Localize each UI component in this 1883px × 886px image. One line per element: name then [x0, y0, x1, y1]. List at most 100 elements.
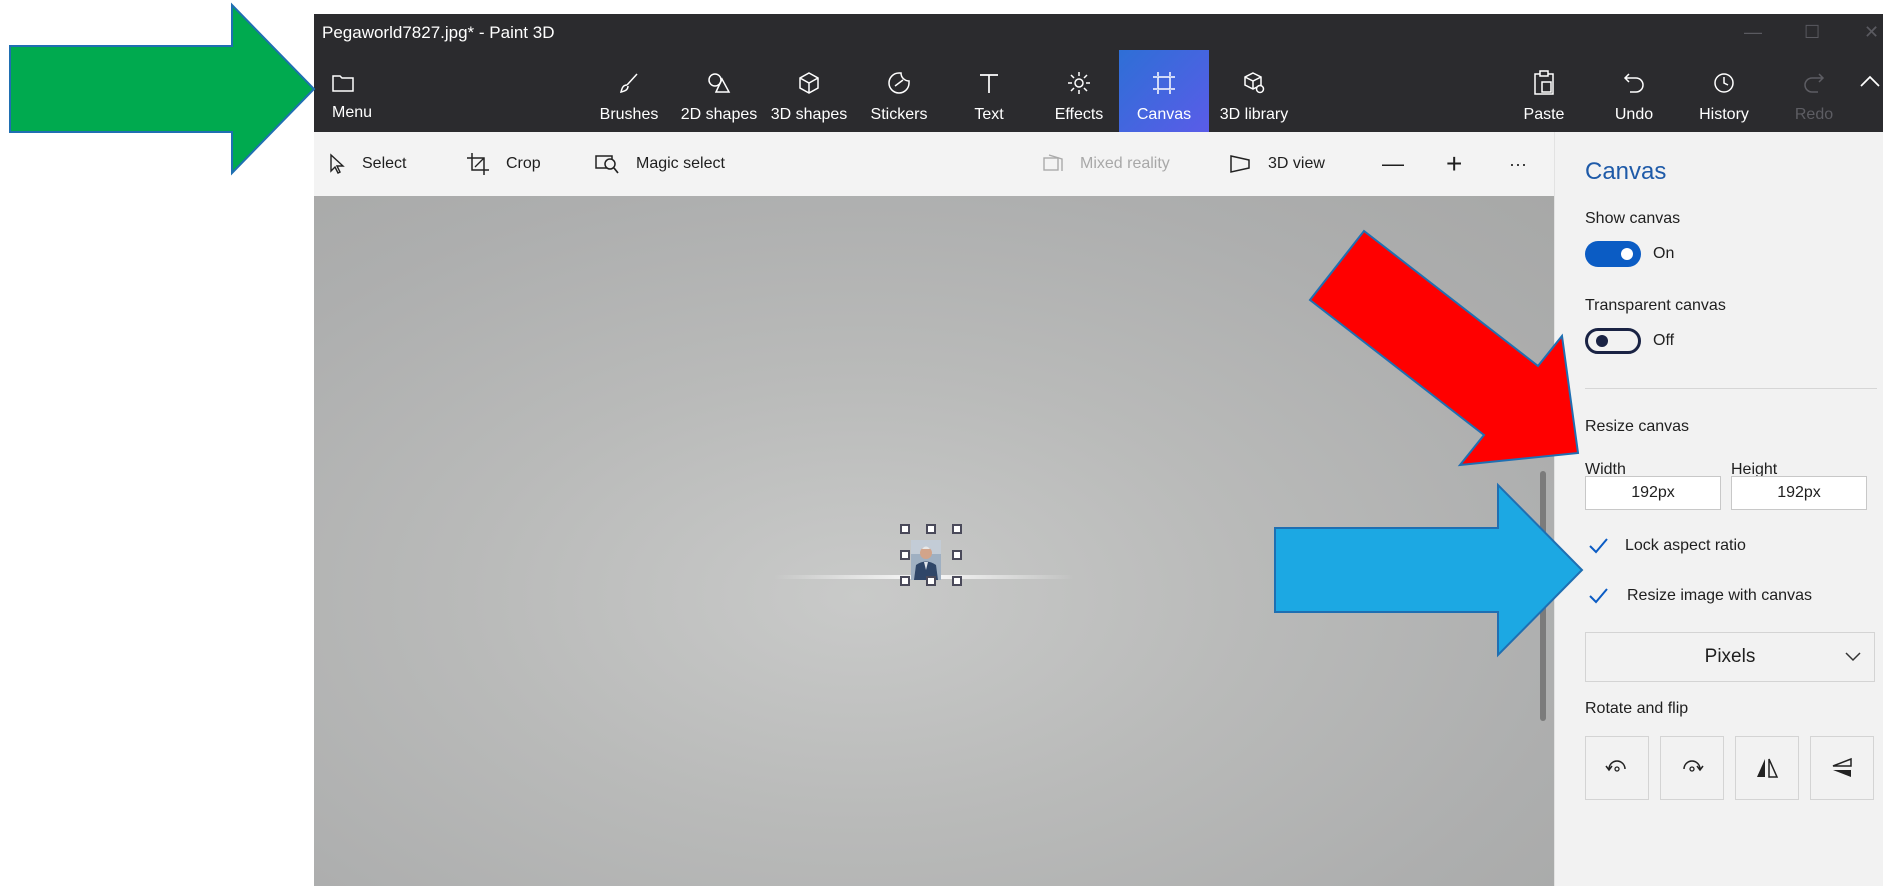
crop-icon	[467, 153, 489, 175]
minimize-icon[interactable]: —	[1744, 22, 1762, 43]
tool-brushes[interactable]: Brushes	[584, 50, 674, 132]
resize-canvas-heading: Resize canvas	[1585, 418, 1690, 435]
resize-handle[interactable]	[900, 550, 910, 560]
tool-label: Brushes	[599, 106, 659, 123]
canvas-icon	[1119, 70, 1209, 96]
tool-3d-shapes[interactable]: 3D shapes	[764, 50, 854, 132]
zoom-in-button[interactable]: +	[1446, 132, 1462, 196]
crop-button[interactable]: Crop	[466, 132, 541, 196]
brush-icon	[584, 70, 674, 96]
paint3d-window: Pegaworld7827.jpg* - Paint 3D — ☐ ✕ Menu…	[314, 14, 1883, 886]
chevron-down-icon	[1845, 652, 1861, 662]
resize-handle[interactable]	[952, 524, 962, 534]
lock-aspect-checkbox[interactable]	[1587, 535, 1609, 557]
mixed-reality-label: Mixed reality	[1080, 155, 1170, 172]
select-button[interactable]: Select	[328, 132, 406, 196]
resize-handle[interactable]	[926, 524, 936, 534]
show-canvas-state: On	[1653, 245, 1675, 262]
canvas-toolbar: Select Crop Magic select Mixed reality 3…	[314, 132, 1554, 196]
crop-label: Crop	[506, 155, 541, 172]
undo-button[interactable]: Undo	[1589, 50, 1679, 132]
tool-text[interactable]: Text	[944, 50, 1034, 132]
red-arrow-annotation	[1308, 229, 1580, 467]
resize-handle[interactable]	[900, 576, 910, 586]
stickers-icon	[854, 70, 944, 96]
checkmark-icon	[1589, 588, 1608, 604]
2d-shapes-icon	[674, 70, 764, 96]
history-button[interactable]: History	[1679, 50, 1769, 132]
width-input[interactable]: 192px	[1585, 476, 1721, 510]
3d-view-label: 3D view	[1268, 155, 1325, 172]
3d-library-icon	[1209, 70, 1299, 96]
transparent-canvas-label: Transparent canvas	[1585, 297, 1726, 314]
close-icon[interactable]: ✕	[1864, 22, 1879, 43]
collapse-ribbon-icon[interactable]	[1859, 74, 1881, 93]
rotate-left-icon	[1605, 760, 1626, 772]
resize-image-checkbox[interactable]	[1587, 585, 1609, 607]
lock-aspect-label: Lock aspect ratio	[1625, 537, 1746, 554]
magic-select-label: Magic select	[636, 155, 725, 172]
3d-shapes-icon	[764, 70, 854, 96]
canvas-image[interactable]	[911, 540, 941, 580]
paste-label: Paste	[1523, 106, 1565, 123]
rotate-right-icon	[1683, 760, 1704, 772]
flip-vertical-button[interactable]	[1810, 736, 1874, 800]
zoom-out-icon: —	[1382, 151, 1404, 176]
menu-label: Menu	[332, 104, 373, 121]
tool-3d-library[interactable]: 3D library	[1209, 50, 1299, 132]
magic-select-button[interactable]: Magic select	[594, 132, 725, 196]
checkmark-icon	[1589, 538, 1608, 554]
tool-effects[interactable]: Effects	[1034, 50, 1124, 132]
cursor-icon	[330, 153, 345, 174]
undo-label: Undo	[1614, 106, 1654, 123]
maximize-icon[interactable]: ☐	[1804, 22, 1820, 43]
menu-button[interactable]: Menu	[320, 50, 400, 132]
tool-label: Canvas	[1136, 106, 1192, 123]
rotate-left-button[interactable]	[1585, 736, 1649, 800]
tool-label: Text	[974, 106, 1004, 123]
mixed-reality-icon	[1043, 154, 1063, 171]
more-options-button[interactable]: ···	[1509, 132, 1527, 196]
tool-stickers[interactable]: Stickers	[854, 50, 944, 132]
select-label: Select	[362, 155, 407, 172]
magic-select-icon	[595, 155, 619, 174]
history-label: History	[1699, 106, 1749, 123]
paste-icon	[1499, 70, 1589, 96]
divider	[1585, 388, 1877, 389]
blue-arrow-annotation	[1274, 482, 1584, 658]
canvas-panel: Canvas Show canvas On Transparent canvas…	[1554, 132, 1883, 886]
height-input[interactable]: 192px	[1731, 476, 1867, 510]
effects-icon	[1034, 70, 1124, 96]
window-title: Pegaworld7827.jpg* - Paint 3D	[322, 23, 555, 42]
rotate-right-button[interactable]	[1660, 736, 1724, 800]
redo-icon	[1769, 70, 1859, 96]
zoom-in-icon: +	[1446, 148, 1463, 179]
rotate-flip-heading: Rotate and flip	[1585, 700, 1689, 717]
zoom-out-button[interactable]: —	[1382, 132, 1404, 196]
title-bar: Pegaworld7827.jpg* - Paint 3D — ☐ ✕	[314, 14, 1883, 50]
ribbon: Menu Brushes 2D shapes 3D shapes Sticker…	[314, 50, 1883, 132]
resize-handle[interactable]	[952, 576, 962, 586]
resize-handle[interactable]	[952, 550, 962, 560]
resize-handle[interactable]	[900, 524, 910, 534]
tool-2d-shapes[interactable]: 2D shapes	[674, 50, 764, 132]
resize-image-label: Resize image with canvas	[1627, 587, 1812, 604]
tool-label: 3D library	[1219, 106, 1289, 123]
redo-button[interactable]: Redo	[1769, 50, 1859, 132]
resize-handle[interactable]	[926, 576, 936, 586]
units-dropdown[interactable]: Pixels	[1585, 632, 1875, 682]
tool-label: 3D shapes	[770, 106, 848, 123]
paste-button[interactable]: Paste	[1499, 50, 1589, 132]
tool-label: Stickers	[870, 106, 928, 123]
more-icon: ···	[1509, 153, 1527, 174]
3d-view-button[interactable]: 3D view	[1228, 132, 1325, 196]
history-icon	[1679, 70, 1769, 96]
folder-icon	[320, 70, 400, 96]
text-icon	[944, 70, 1034, 96]
units-value: Pixels	[1704, 646, 1756, 667]
mixed-reality-button[interactable]: Mixed reality	[1042, 132, 1170, 196]
redo-label: Redo	[1794, 106, 1834, 123]
tool-canvas[interactable]: Canvas	[1119, 50, 1209, 132]
flip-horizontal-button[interactable]	[1735, 736, 1799, 800]
flip-horizontal-icon	[1757, 758, 1779, 778]
